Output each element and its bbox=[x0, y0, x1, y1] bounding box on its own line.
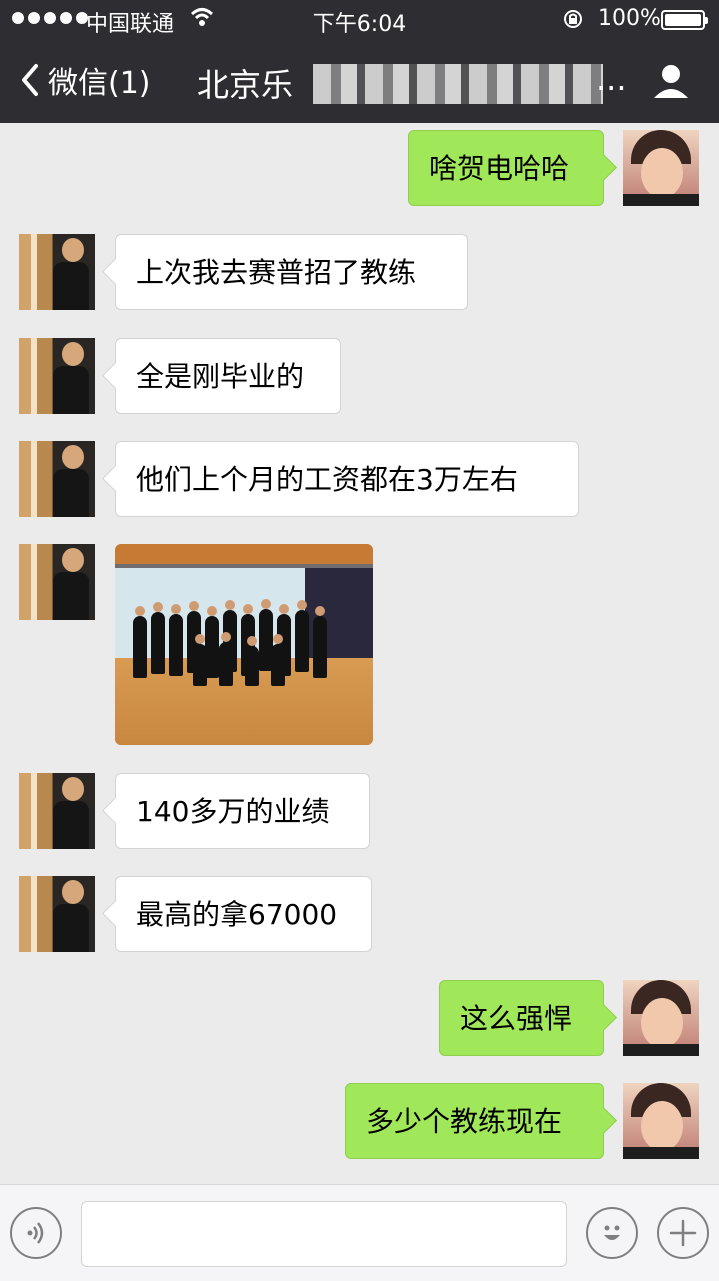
avatar[interactable] bbox=[623, 980, 699, 1056]
voice-button[interactable] bbox=[10, 1207, 62, 1259]
battery-percentage: 100% bbox=[598, 6, 661, 31]
avatar[interactable] bbox=[19, 234, 95, 310]
message-bubble[interactable]: 上次我去赛普招了教练 bbox=[115, 234, 468, 310]
message-bubble[interactable]: 140多万的业绩 bbox=[115, 773, 370, 849]
avatar[interactable] bbox=[19, 773, 95, 849]
image-message[interactable] bbox=[115, 544, 373, 745]
message-bubble[interactable]: 全是刚毕业的 bbox=[115, 338, 341, 414]
chevron-left-icon bbox=[22, 64, 38, 96]
avatar[interactable] bbox=[19, 544, 95, 620]
message-input[interactable] bbox=[81, 1201, 567, 1267]
message-bubble[interactable]: 最高的拿67000 bbox=[115, 876, 372, 952]
top-bar: 中国联通 下午6:04 100% 微信(1) 北京乐 ... bbox=[0, 0, 719, 123]
back-label: 微信(1) bbox=[48, 66, 151, 101]
battery-icon bbox=[661, 10, 708, 30]
status-bar: 中国联通 下午6:04 100% bbox=[0, 0, 719, 40]
more-button[interactable] bbox=[657, 1207, 709, 1259]
voice-icon bbox=[27, 1222, 44, 1244]
plus-icon bbox=[669, 1219, 697, 1247]
orientation-lock-icon bbox=[564, 10, 582, 28]
message-bubble[interactable]: 多少个教练现在 bbox=[345, 1083, 604, 1159]
message-bubble[interactable]: 啥贺电哈哈 bbox=[408, 130, 604, 206]
message-bubble[interactable]: 这么强悍 bbox=[439, 980, 604, 1056]
chat-header: 微信(1) 北京乐 ... bbox=[0, 40, 719, 123]
chat-title-suffix: ... bbox=[596, 60, 627, 98]
input-toolbar bbox=[0, 1184, 719, 1281]
avatar[interactable] bbox=[19, 338, 95, 414]
title-pixelation bbox=[313, 64, 603, 104]
emoji-button[interactable] bbox=[586, 1207, 638, 1259]
avatar[interactable] bbox=[19, 876, 95, 952]
emoji-icon bbox=[604, 1225, 620, 1240]
message-bubble[interactable]: 他们上个月的工资都在3万左右 bbox=[115, 441, 579, 517]
avatar[interactable] bbox=[19, 441, 95, 517]
back-button[interactable]: 微信(1) bbox=[18, 58, 151, 102]
avatar[interactable] bbox=[623, 1083, 699, 1159]
person-icon[interactable] bbox=[652, 62, 690, 100]
coach-group-photo bbox=[133, 599, 339, 692]
avatar[interactable] bbox=[623, 130, 699, 206]
